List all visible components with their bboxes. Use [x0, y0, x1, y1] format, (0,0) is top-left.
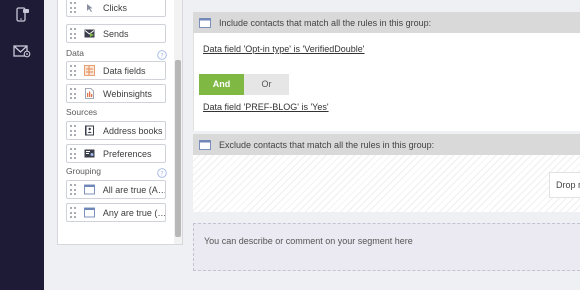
drag-handle-icon[interactable]: [70, 28, 79, 39]
drag-handle-icon[interactable]: [70, 88, 79, 99]
tool-data-fields[interactable]: Data fields: [66, 61, 166, 80]
exclude-drop-zone[interactable]: Drop r: [193, 155, 580, 212]
tool-label: Webinsights: [103, 88, 152, 99]
drag-handle-icon[interactable]: [70, 207, 79, 218]
rule-opt-in-type[interactable]: Data field 'Opt-in type' is 'VerifiedDou…: [203, 44, 364, 54]
include-group-body: Data field 'Opt-in type' is 'VerifiedDou…: [193, 33, 580, 131]
phone-icon[interactable]: [13, 7, 31, 23]
exclude-group-header: Exclude contacts that match all the rule…: [193, 134, 580, 155]
section-label-grouping: Grouping: [66, 166, 101, 176]
tool-all-are-true[interactable]: All are true (A…: [66, 180, 166, 199]
toolbox-scrollbar[interactable]: [174, 0, 182, 244]
tool-label: Data fields: [103, 65, 146, 76]
drag-handle-icon[interactable]: [70, 184, 79, 195]
segment-comment[interactable]: You can describe or comment on your segm…: [193, 223, 580, 271]
question-circle-icon[interactable]: ?: [157, 50, 167, 60]
svg-text:?: ?: [160, 51, 163, 59]
tool-clicks[interactable]: Clicks: [66, 0, 166, 17]
and-or-toggle: And Or: [199, 74, 289, 95]
include-group-title: Include contacts that match all the rule…: [219, 17, 432, 28]
tool-webinsights[interactable]: Webinsights: [66, 84, 166, 103]
tool-sends[interactable]: Sends: [66, 24, 166, 43]
svg-text:?: ?: [160, 169, 163, 177]
address-book-icon: [84, 125, 95, 136]
and-button[interactable]: And: [199, 74, 244, 95]
tool-label: Any are true (…: [102, 207, 165, 218]
section-label-sources: Sources: [66, 107, 98, 117]
group-box-icon: [83, 184, 95, 195]
tool-label: Preferences: [103, 148, 152, 159]
drop-rules-hint: Drop r: [549, 172, 580, 198]
group-box-icon: [199, 139, 211, 150]
question-circle-icon[interactable]: ?: [157, 168, 167, 178]
webinsights-icon: [84, 88, 95, 99]
rule-pref-blog[interactable]: Data field 'PREF-BLOG' is 'Yes': [203, 102, 329, 112]
exclude-group: Exclude contacts that match all the rule…: [193, 134, 580, 212]
group-box-icon: [199, 17, 211, 28]
drag-handle-icon[interactable]: [70, 2, 79, 13]
toolbox-scrollbar-thumb[interactable]: [175, 60, 181, 237]
drag-handle-icon[interactable]: [70, 65, 79, 76]
drag-handle-icon[interactable]: [70, 125, 79, 136]
group-box-icon: [83, 207, 95, 218]
email-settings-icon[interactable]: [13, 43, 31, 59]
tool-label: Clicks: [103, 2, 127, 13]
click-icon: [84, 2, 95, 13]
exclude-group-title: Exclude contacts that match all the rule…: [219, 139, 435, 150]
rule-toolbox: Clicks Sends Data ? Data fields Webinsig…: [57, 0, 183, 245]
preferences-icon: [84, 148, 95, 159]
tool-any-are-true[interactable]: Any are true (…: [66, 203, 166, 222]
tool-address-books[interactable]: Address books: [66, 121, 166, 140]
left-nav: [0, 0, 44, 290]
tool-label: All are true (A…: [102, 184, 165, 195]
include-group: Include contacts that match all the rule…: [193, 12, 580, 131]
or-button[interactable]: Or: [244, 74, 289, 95]
tool-preferences[interactable]: Preferences: [66, 144, 166, 163]
tool-label: Address books: [103, 125, 163, 136]
drag-handle-icon[interactable]: [70, 148, 79, 159]
include-group-header: Include contacts that match all the rule…: [193, 12, 580, 33]
section-label-data: Data: [66, 48, 84, 58]
data-fields-icon: [84, 65, 95, 76]
tool-label: Sends: [103, 28, 129, 39]
send-icon: [84, 28, 95, 39]
segment-comment-placeholder: You can describe or comment on your segm…: [204, 236, 413, 246]
